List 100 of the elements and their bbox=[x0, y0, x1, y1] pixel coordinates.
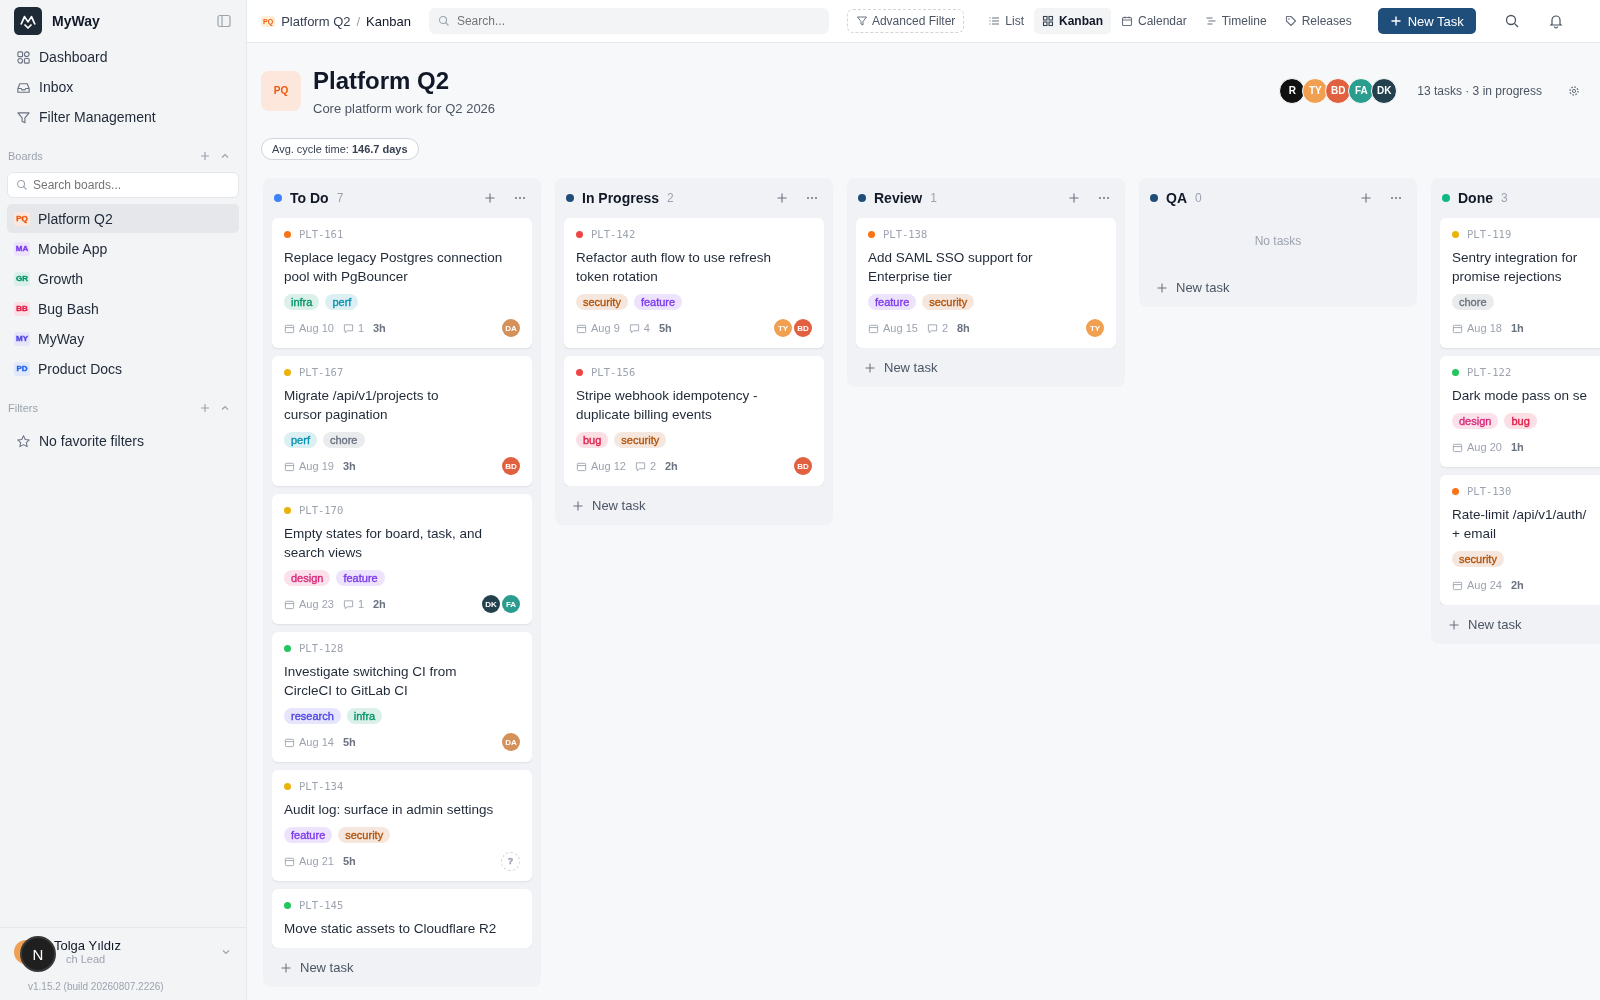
app-name: MyWay bbox=[52, 13, 101, 29]
tag: bug bbox=[576, 432, 609, 448]
due-date: Aug 21 bbox=[299, 855, 334, 867]
task-card[interactable]: PLT-170 Empty states for board, task, and search views design feature Aug 23 1 2h DK FA bbox=[272, 494, 532, 624]
task-id: PLT-122 bbox=[1467, 366, 1512, 378]
task-id: PLT-130 bbox=[1467, 485, 1512, 497]
comment-icon bbox=[628, 322, 640, 334]
comment-count: 2 bbox=[941, 322, 948, 334]
star-icon bbox=[16, 433, 31, 449]
tag: design bbox=[284, 570, 331, 586]
task-card[interactable]: PLT-122 Dark mode pass on se design bug Aug 20 1h bbox=[1440, 356, 1600, 467]
board-item[interactable]: GR Growth bbox=[7, 264, 239, 293]
time-estimate: 1h bbox=[1510, 441, 1524, 453]
board-item[interactable]: MY MyWay bbox=[7, 324, 239, 353]
calendar-icon bbox=[1121, 15, 1133, 27]
view-tab[interactable]: Kanban bbox=[1034, 8, 1111, 34]
time-estimate: 2h bbox=[373, 598, 386, 610]
task-card[interactable]: PLT-134 Audit log: surface in admin settings feature security Aug 21 5h ? bbox=[272, 770, 532, 881]
task-id: PLT-128 bbox=[299, 642, 344, 654]
task-card[interactable]: PLT-156 Stripe webhook idempotency - duplicate billing events bug security Aug 12 2 2h BD bbox=[564, 356, 824, 486]
new-task-button[interactable]: New task bbox=[1148, 268, 1408, 299]
plus-icon bbox=[572, 499, 584, 512]
new-task-button[interactable]: New task bbox=[564, 486, 824, 517]
task-title: Stripe webhook idempotency - duplicate billing events bbox=[576, 387, 759, 424]
task-card[interactable]: PLT-138 Add SAML SSO support for Enterprise tier feature security Aug 15 2 8h TY bbox=[856, 218, 1116, 348]
settings-icon[interactable] bbox=[1568, 84, 1580, 97]
view-tab[interactable]: List bbox=[980, 8, 1032, 34]
board-item[interactable]: MA Mobile App bbox=[7, 234, 239, 263]
task-card[interactable]: PLT-130 Rate-limit /api/v1/auth/ + email security Aug 24 2h bbox=[1440, 475, 1600, 605]
new-task-button[interactable]: New task bbox=[1440, 605, 1600, 636]
assignee-avatar: BD bbox=[502, 457, 520, 475]
breadcrumb-link[interactable]: Platform Q2 bbox=[281, 13, 351, 29]
board-name: Bug Bash bbox=[38, 300, 99, 317]
tag: feature bbox=[336, 570, 385, 586]
plus-icon[interactable] bbox=[199, 402, 211, 414]
tag: perf bbox=[284, 432, 317, 448]
calendar-icon bbox=[1452, 579, 1463, 591]
view-tab[interactable]: Timeline bbox=[1196, 8, 1275, 34]
view-tab[interactable]: Calendar bbox=[1113, 8, 1195, 34]
column-count: 7 bbox=[336, 191, 344, 205]
sidebar-toggle-icon[interactable] bbox=[216, 13, 232, 29]
task-card[interactable]: PLT-145 Move static assets to Cloudflare R2 bbox=[272, 889, 532, 948]
due-date: Aug 18 bbox=[1467, 322, 1502, 334]
nav-item[interactable]: Filter Management bbox=[7, 102, 239, 132]
task-id: PLT-134 bbox=[299, 780, 344, 792]
board-badge: PD bbox=[14, 361, 30, 376]
task-card[interactable]: PLT-161 Replace legacy Postgres connection pool with PgBouncer infra perf Aug 10 1 3h DA bbox=[272, 218, 532, 348]
due-date: Aug 14 bbox=[299, 736, 334, 748]
cycle-time-pill: Avg. cycle time: 146.7 days bbox=[261, 138, 419, 160]
tag: feature bbox=[284, 827, 333, 843]
assignee-avatar: DA bbox=[502, 319, 520, 337]
board-item[interactable]: PD Product Docs bbox=[7, 354, 239, 383]
user-name: Tolga Yıldız bbox=[54, 938, 122, 953]
new-task-button[interactable]: New task bbox=[272, 948, 532, 979]
due-date: Aug 12 bbox=[591, 460, 626, 472]
column-title: QA bbox=[1166, 190, 1187, 206]
plus-icon[interactable] bbox=[484, 192, 496, 204]
task-title: Audit log: surface in admin settings bbox=[284, 801, 495, 819]
task-id: PLT-161 bbox=[299, 228, 344, 240]
board-badge: PQ bbox=[14, 211, 30, 226]
task-title: Migrate /api/v1/projects to cursor pagination bbox=[284, 387, 440, 424]
bell-icon[interactable] bbox=[1547, 13, 1564, 29]
plus-icon[interactable] bbox=[776, 192, 788, 204]
comment-count: 2 bbox=[649, 460, 656, 472]
task-id: PLT-156 bbox=[591, 366, 636, 378]
search-field[interactable]: Search boards... bbox=[7, 172, 239, 198]
new-task-button[interactable]: New Task bbox=[1377, 8, 1476, 34]
board-name: Growth bbox=[38, 270, 84, 287]
time-estimate: 5h bbox=[342, 736, 356, 748]
calendar-icon bbox=[1452, 441, 1463, 453]
advanced-filter-button[interactable]: Advanced Filter bbox=[846, 9, 965, 33]
dev-tools-button[interactable]: N bbox=[20, 936, 56, 972]
task-title: Refactor auth flow to use refresh token rotation bbox=[576, 249, 773, 286]
comment-icon bbox=[342, 322, 354, 334]
task-card[interactable]: PLT-119 Sentry integration for promise rejections chore Aug 18 1h bbox=[1440, 218, 1600, 348]
plus-icon[interactable] bbox=[199, 150, 211, 162]
nav-item[interactable]: Dashboard bbox=[7, 42, 239, 72]
view-tab[interactable]: Releases bbox=[1276, 8, 1360, 34]
plus-icon[interactable] bbox=[1360, 192, 1372, 204]
plus-icon[interactable] bbox=[1068, 192, 1080, 204]
tag: infra bbox=[284, 294, 320, 310]
task-id: PLT-167 bbox=[299, 366, 344, 378]
task-card[interactable]: PLT-128 Investigate switching CI from CircleCI to GitLab CI research infra Aug 14 5h DA bbox=[272, 632, 532, 762]
comment-count: 1 bbox=[357, 598, 364, 610]
column-title: To Do bbox=[290, 190, 329, 206]
task-card[interactable]: PLT-142 Refactor auth flow to use refresh token rotation security feature Aug 9 4 5h TY BD bbox=[564, 218, 824, 348]
column-count: 2 bbox=[667, 191, 674, 205]
plus-icon bbox=[280, 961, 292, 974]
board-item[interactable]: PQ Platform Q2 bbox=[7, 204, 239, 233]
due-date: Aug 15 bbox=[883, 322, 918, 334]
time-estimate: 5h bbox=[658, 322, 672, 334]
search-field[interactable]: Search... bbox=[428, 8, 829, 34]
board-item[interactable]: BB Bug Bash bbox=[7, 294, 239, 323]
search-icon[interactable] bbox=[1503, 13, 1520, 29]
tag: feature bbox=[868, 294, 917, 310]
new-task-button[interactable]: New task bbox=[856, 348, 1116, 379]
due-date: Aug 10 bbox=[299, 322, 334, 334]
nav-item[interactable]: Inbox bbox=[7, 72, 239, 102]
task-card[interactable]: PLT-167 Migrate /api/v1/projects to cursor pagination perf chore Aug 19 3h BD bbox=[272, 356, 532, 486]
board-subtitle: Core platform work for Q2 2026 bbox=[313, 101, 497, 116]
